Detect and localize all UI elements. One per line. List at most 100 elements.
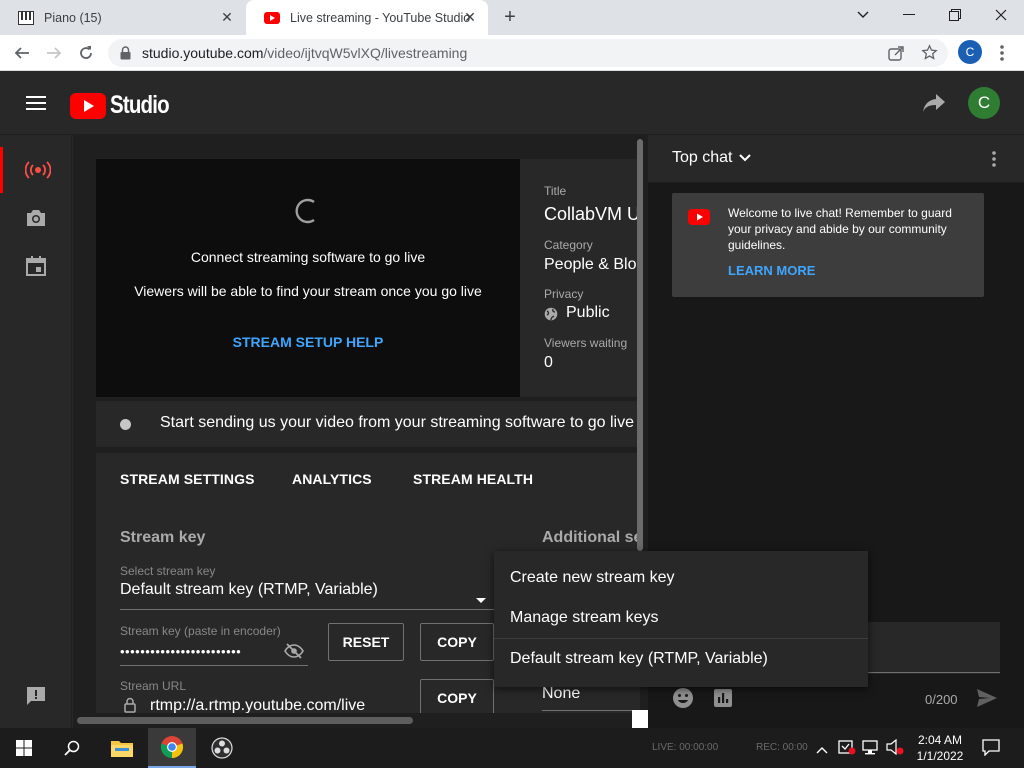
windows-taskbar: LIVE: 00:00:00 REC: 00:00 2:04 AM 1/1/20…: [0, 728, 1024, 768]
studio-logo-text: Studio: [110, 91, 170, 119]
rail-stream[interactable]: [0, 147, 72, 193]
forward-arrow-icon[interactable]: [42, 41, 66, 65]
chevron-down-icon: [739, 154, 752, 162]
close-window-button[interactable]: [978, 0, 1024, 30]
learn-more-link[interactable]: LEARN MORE: [728, 263, 815, 278]
rail-webcam[interactable]: [0, 195, 72, 241]
browser-tab-piano[interactable]: Piano (15) ✕: [0, 0, 245, 35]
stream-key-field[interactable]: ••••••••••••••••••••••••: [120, 639, 308, 666]
url-host: studio.youtube.com: [142, 45, 264, 61]
title-value: CollabVM U: [544, 204, 640, 224]
restore-button[interactable]: [932, 0, 978, 30]
clock[interactable]: 2:04 AM 1/1/2022: [908, 732, 972, 764]
close-tab-icon[interactable]: ✕: [462, 9, 478, 25]
channel-avatar[interactable]: C: [968, 87, 1000, 119]
tab-stream-settings[interactable]: STREAM SETTINGS: [120, 471, 255, 487]
network-icon[interactable]: [862, 739, 880, 760]
chevron-up-icon[interactable]: [816, 741, 828, 759]
none-select-value[interactable]: None: [542, 685, 580, 703]
poll-icon[interactable]: [714, 689, 732, 712]
more-vert-icon[interactable]: [992, 151, 996, 172]
copy-url-button[interactable]: COPY: [420, 679, 494, 717]
horizontal-scrollbar-thumb[interactable]: [77, 717, 413, 724]
scrollbar-corner: [632, 710, 648, 728]
tab-stream-health[interactable]: STREAM HEALTH: [413, 471, 533, 487]
tab-title: Live streaming - YouTube Studio: [290, 10, 471, 25]
preview-line1: Connect streaming software to go live: [190, 249, 426, 265]
category-label: Category: [544, 238, 593, 252]
reset-button[interactable]: RESET: [328, 623, 404, 661]
close-tab-icon[interactable]: ✕: [219, 9, 235, 25]
feedback-icon: [27, 687, 45, 705]
obs-icon[interactable]: [198, 728, 246, 768]
privacy-value: Public: [566, 304, 610, 321]
menu-item-default-key[interactable]: Default stream key (RTMP, Variable): [510, 650, 768, 668]
menu-item-manage-keys[interactable]: Manage stream keys: [510, 609, 659, 627]
browser-toolbar: studio.youtube.com/video/ijtvqW5vlXQ/liv…: [0, 35, 1024, 71]
file-explorer-icon[interactable]: [98, 728, 146, 768]
stream-status-bar: Start sending us your video from your st…: [96, 401, 640, 447]
profile-avatar[interactable]: C: [958, 40, 982, 64]
emoji-icon[interactable]: [672, 687, 694, 714]
tab-title: Piano (15): [44, 10, 102, 25]
share-icon[interactable]: [888, 45, 904, 66]
clock-time: 2:04 AM: [917, 733, 963, 747]
search-icon[interactable]: [48, 728, 96, 768]
share-arrow-icon[interactable]: [922, 93, 946, 118]
stream-setup-help-link[interactable]: STREAM SETUP HELP: [96, 334, 520, 350]
security-warning-icon[interactable]: [838, 739, 856, 760]
tab-search-icon[interactable]: [840, 0, 886, 30]
stream-url-label: Stream URL: [120, 679, 187, 693]
obs-live-status: LIVE: 00:00:00: [652, 742, 719, 753]
viewers-label: Viewers waiting: [544, 336, 628, 350]
stream-key-heading: Stream key: [120, 529, 206, 546]
url-path: /video/ijtvqW5vlXQ/livestreaming: [263, 45, 468, 61]
globe-icon: [544, 307, 558, 326]
obs-rec-status: REC: 00:00: [756, 742, 808, 753]
left-rail: [0, 135, 72, 728]
menu-item-create-key[interactable]: Create new stream key: [510, 569, 675, 587]
back-arrow-icon[interactable]: [10, 41, 34, 65]
stream-info-panel: Title CollabVM U Category People & Blo P…: [520, 159, 640, 397]
bookmark-star-icon[interactable]: [921, 44, 938, 66]
dropdown-arrow-icon: [476, 590, 486, 608]
stream-key-value: ••••••••••••••••••••••••: [120, 644, 242, 659]
stream-key-select-value: Default stream key (RTMP, Variable): [120, 581, 378, 598]
browser-tab-youtube-studio[interactable]: Live streaming - YouTube Studio ✕: [246, 0, 488, 35]
select-stream-key-label: Select stream key: [120, 564, 216, 578]
vertical-scrollbar-thumb[interactable]: [637, 139, 643, 551]
tab-analytics[interactable]: ANALYTICS: [292, 471, 372, 487]
menu-divider: [494, 638, 868, 639]
volume-muted-icon[interactable]: [886, 738, 904, 760]
studio-logo[interactable]: Studio: [70, 91, 182, 120]
reload-icon[interactable]: [74, 41, 98, 65]
camera-icon: [27, 210, 45, 226]
piano-icon: [18, 10, 34, 26]
notification-icon[interactable]: [982, 739, 1000, 761]
youtube-logo-icon: [70, 92, 106, 119]
url-text: studio.youtube.com/video/ijtvqW5vlXQ/liv…: [142, 45, 467, 61]
status-dot-icon: [120, 419, 131, 430]
clock-date: 1/1/2022: [916, 749, 964, 763]
youtube-icon: [688, 209, 710, 230]
send-icon[interactable]: [976, 688, 998, 713]
new-tab-button[interactable]: +: [498, 6, 522, 30]
lock-icon[interactable]: [120, 46, 131, 65]
visibility-off-icon[interactable]: [284, 643, 304, 664]
address-bar[interactable]: studio.youtube.com/video/ijtvqW5vlXQ/liv…: [108, 39, 948, 67]
chrome-taskbar-icon[interactable]: [148, 728, 196, 768]
top-chat-selector[interactable]: Top chat: [672, 149, 752, 167]
hamburger-menu-icon[interactable]: [26, 95, 46, 116]
category-value: People & Blo: [544, 256, 637, 273]
stream-key-select[interactable]: Default stream key (RTMP, Variable): [120, 581, 494, 610]
rail-manage[interactable]: [0, 243, 72, 289]
minimize-button[interactable]: [886, 0, 932, 30]
additional-settings-heading: Additional se: [542, 529, 643, 546]
privacy-label: Privacy: [544, 287, 584, 301]
rail-feedback[interactable]: [0, 673, 72, 719]
windows-start-icon[interactable]: [0, 728, 48, 768]
stream-key-menu: Create new stream key Manage stream keys…: [494, 551, 868, 687]
chrome-menu-icon[interactable]: [994, 43, 1010, 63]
copy-key-button[interactable]: COPY: [420, 623, 494, 661]
horizontal-scrollbar[interactable]: [73, 713, 643, 728]
